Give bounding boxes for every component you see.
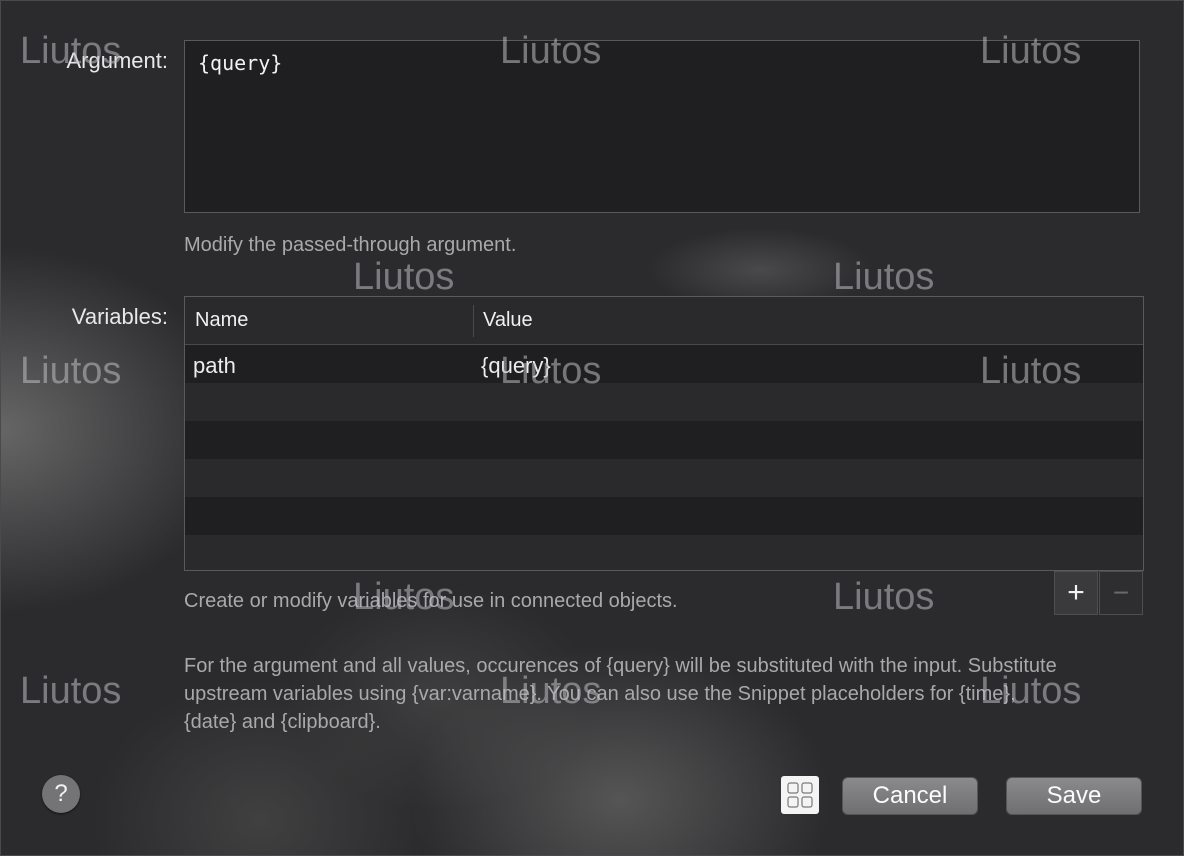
cancel-button[interactable]: Cancel <box>842 777 978 815</box>
argument-value: {query} <box>198 51 283 75</box>
row-name-cell[interactable]: path <box>193 353 236 379</box>
grid-icon <box>787 782 813 808</box>
argument-textarea[interactable]: {query} <box>184 40 1140 213</box>
variables-table[interactable]: Name Value path {query} <box>184 296 1144 571</box>
plus-icon: + <box>1067 576 1085 609</box>
row-value-cell[interactable]: {query} <box>481 353 551 379</box>
argument-help-text: Modify the passed-through argument. <box>184 234 517 256</box>
question-mark-icon: ? <box>54 780 68 807</box>
column-header-name[interactable]: Name <box>195 309 248 332</box>
table-row[interactable] <box>185 459 1143 497</box>
grid-button[interactable] <box>781 776 819 814</box>
table-header: Name Value <box>185 297 1143 345</box>
table-row[interactable] <box>185 421 1143 459</box>
column-header-value[interactable]: Value <box>483 309 533 332</box>
variables-label: Variables: <box>71 304 168 329</box>
remove-variable-button[interactable]: − <box>1099 571 1143 615</box>
table-row[interactable] <box>185 535 1143 570</box>
save-button[interactable]: Save <box>1006 777 1142 815</box>
variables-help-text: Create or modify variables for use in co… <box>184 590 678 612</box>
add-variable-button[interactable]: + <box>1054 571 1098 615</box>
argument-label: Argument: <box>66 48 169 73</box>
substitution-footnote: For the argument and all values, occuren… <box>184 655 1057 733</box>
column-divider[interactable] <box>473 305 474 337</box>
minus-icon: − <box>1112 577 1130 608</box>
table-row[interactable]: path {query} <box>185 345 1143 383</box>
help-button[interactable]: ? <box>42 775 80 813</box>
table-row[interactable] <box>185 497 1143 535</box>
table-row[interactable] <box>185 383 1143 421</box>
